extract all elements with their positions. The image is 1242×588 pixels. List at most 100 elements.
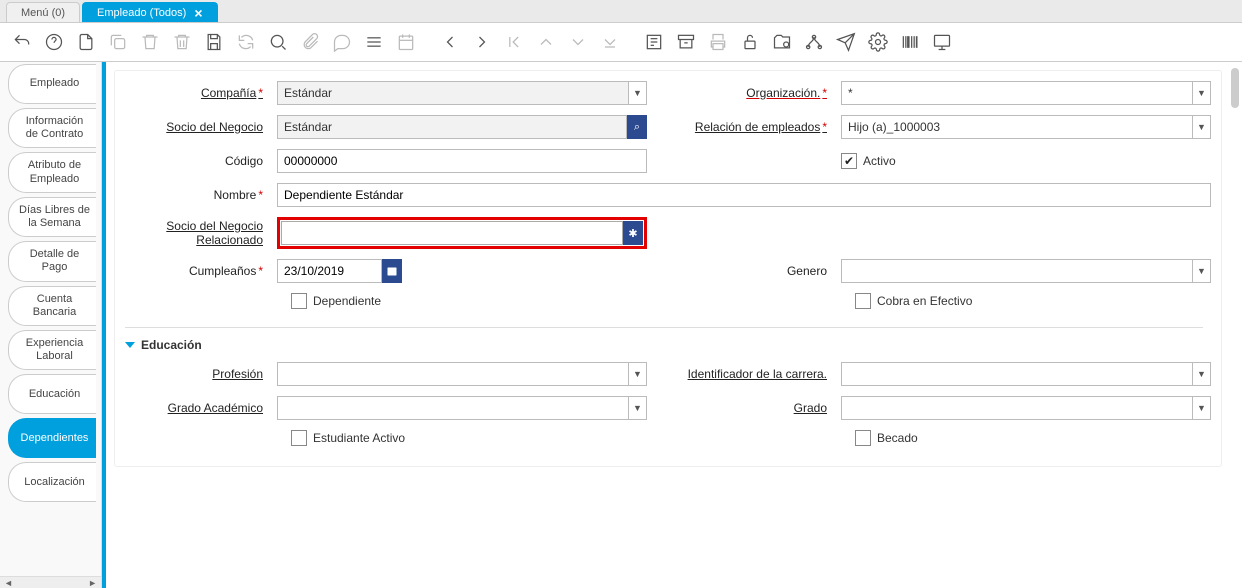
field-dependiente: Dependiente <box>291 293 647 309</box>
tab-empleado[interactable]: Empleado (Todos) × <box>82 2 217 22</box>
last-icon[interactable] <box>596 28 624 56</box>
vertical-scrollbar[interactable] <box>1230 62 1240 588</box>
archive-icon[interactable] <box>672 28 700 56</box>
dropdown-compania[interactable]: ▼ <box>629 81 647 105</box>
input-nombre[interactable] <box>277 183 1211 207</box>
gear-icon[interactable] <box>864 28 892 56</box>
checkbox-cobra[interactable] <box>855 293 871 309</box>
checkbox-estudiante[interactable] <box>291 430 307 446</box>
calendar-icon[interactable] <box>392 28 420 56</box>
input-genero[interactable] <box>841 259 1193 283</box>
lock-icon[interactable] <box>736 28 764 56</box>
new-icon[interactable] <box>72 28 100 56</box>
delete-icon[interactable] <box>136 28 164 56</box>
sidebar-item-exp-laboral[interactable]: Experiencia Laboral <box>8 330 96 370</box>
search-icon[interactable] <box>264 28 292 56</box>
field-relacion-empleados: Hijo (a)_1000003 ▼ <box>841 115 1211 139</box>
dropdown-grado-acad[interactable]: ▼ <box>629 396 647 420</box>
attach-icon[interactable] <box>296 28 324 56</box>
first-icon[interactable] <box>500 28 528 56</box>
collapse-icon[interactable] <box>125 342 135 348</box>
field-compania: Estándar ▼ <box>277 81 647 105</box>
screen-icon[interactable] <box>928 28 956 56</box>
input-profesion[interactable] <box>277 362 629 386</box>
field-becado: Becado <box>855 430 1211 446</box>
section-title: Educación <box>141 338 202 352</box>
form-panel: Compañía Estándar ▼ Organización. * ▼ So… <box>114 70 1222 467</box>
sidebar-item-educacion[interactable]: Educación <box>8 374 96 414</box>
dropdown-grado[interactable]: ▼ <box>1193 396 1211 420</box>
label-cumple: Cumpleaños <box>125 264 265 278</box>
sidebar-item-atributo[interactable]: Atributo de Empleado <box>8 152 96 192</box>
dropdown-relacion-empleados[interactable]: ▼ <box>1193 115 1211 139</box>
folder-icon[interactable] <box>768 28 796 56</box>
dropdown-ident-carrera[interactable]: ▼ <box>1193 362 1211 386</box>
input-socio-rel[interactable] <box>281 221 623 245</box>
input-socio-negocio[interactable]: Estándar <box>277 115 627 139</box>
field-activo: Activo <box>841 153 1211 169</box>
dropdown-profesion[interactable]: ▼ <box>629 362 647 386</box>
tab-strip: Menú (0) Empleado (Todos) × <box>0 0 1242 22</box>
barcode-icon[interactable] <box>896 28 924 56</box>
list-icon[interactable] <box>360 28 388 56</box>
chat-icon[interactable] <box>328 28 356 56</box>
label-activo: Activo <box>863 154 896 168</box>
label-socio-negocio: Socio del Negocio <box>125 120 265 134</box>
sidebar-label: Cuenta Bancaria <box>19 293 90 319</box>
sidebar-hscroll[interactable]: ◄► <box>0 576 101 588</box>
send-icon[interactable] <box>832 28 860 56</box>
undo-icon[interactable] <box>8 28 36 56</box>
tab-menu[interactable]: Menú (0) <box>6 2 80 22</box>
prev-icon[interactable] <box>436 28 464 56</box>
copy-icon[interactable] <box>104 28 132 56</box>
input-codigo[interactable] <box>277 149 647 173</box>
field-organizacion: * ▼ <box>841 81 1211 105</box>
sidebar-label: Dependientes <box>21 432 89 445</box>
checkbox-becado[interactable] <box>855 430 871 446</box>
sidebar-scroll[interactable]: Empleado Información de Contrato Atribut… <box>0 62 101 576</box>
toolbar <box>0 22 1242 62</box>
app-window: Menú (0) Empleado (Todos) × <box>0 0 1242 588</box>
print-icon[interactable] <box>704 28 732 56</box>
refresh-icon[interactable] <box>232 28 260 56</box>
input-compania[interactable]: Estándar <box>277 81 629 105</box>
label-dependiente: Dependiente <box>313 294 381 308</box>
lookup-socio-negocio[interactable]: ⌕ <box>627 115 647 139</box>
checkbox-dependiente[interactable] <box>291 293 307 309</box>
save-icon[interactable] <box>200 28 228 56</box>
sidebar-label: Educación <box>29 388 80 401</box>
dropdown-genero[interactable]: ▼ <box>1193 259 1211 283</box>
close-icon[interactable]: × <box>194 5 202 21</box>
input-grado[interactable] <box>841 396 1193 420</box>
lookup-socio-rel[interactable]: ✱ <box>623 221 643 245</box>
calendar-cumple[interactable] <box>382 259 402 283</box>
sidebar-item-dias-libres[interactable]: Días Libres de la Semana <box>8 197 96 237</box>
sidebar-item-detalle-pago[interactable]: Detalle de Pago <box>8 241 96 281</box>
field-nombre <box>277 183 1211 207</box>
trash-icon[interactable] <box>168 28 196 56</box>
checkbox-activo[interactable] <box>841 153 857 169</box>
input-ident-carrera[interactable] <box>841 362 1193 386</box>
sidebar-item-info-contrato[interactable]: Información de Contrato <box>8 108 96 148</box>
input-cumple[interactable] <box>277 259 382 283</box>
sidebar-item-dependientes[interactable]: Dependientes <box>8 418 96 458</box>
help-icon[interactable] <box>40 28 68 56</box>
next-icon[interactable] <box>468 28 496 56</box>
label-grado: Grado <box>659 401 829 415</box>
input-organizacion[interactable]: * <box>841 81 1193 105</box>
label-becado: Becado <box>877 431 918 445</box>
field-estudiante: Estudiante Activo <box>291 430 647 446</box>
dropdown-organizacion[interactable]: ▼ <box>1193 81 1211 105</box>
input-grado-acad[interactable] <box>277 396 629 420</box>
down-icon[interactable] <box>564 28 592 56</box>
field-socio-negocio: Estándar ⌕ <box>277 115 647 139</box>
workflow-icon[interactable] <box>800 28 828 56</box>
form-grid: Compañía Estándar ▼ Organización. * ▼ So… <box>125 81 1203 309</box>
up-icon[interactable] <box>532 28 560 56</box>
input-relacion-empleados[interactable]: Hijo (a)_1000003 <box>841 115 1193 139</box>
label-relacion-empleados: Relación de empleados <box>659 120 829 134</box>
report-icon[interactable] <box>640 28 668 56</box>
sidebar-item-empleado[interactable]: Empleado <box>8 64 96 104</box>
sidebar-item-localizacion[interactable]: Localización <box>8 462 96 502</box>
sidebar-item-cuenta-bancaria[interactable]: Cuenta Bancaria <box>8 286 96 326</box>
